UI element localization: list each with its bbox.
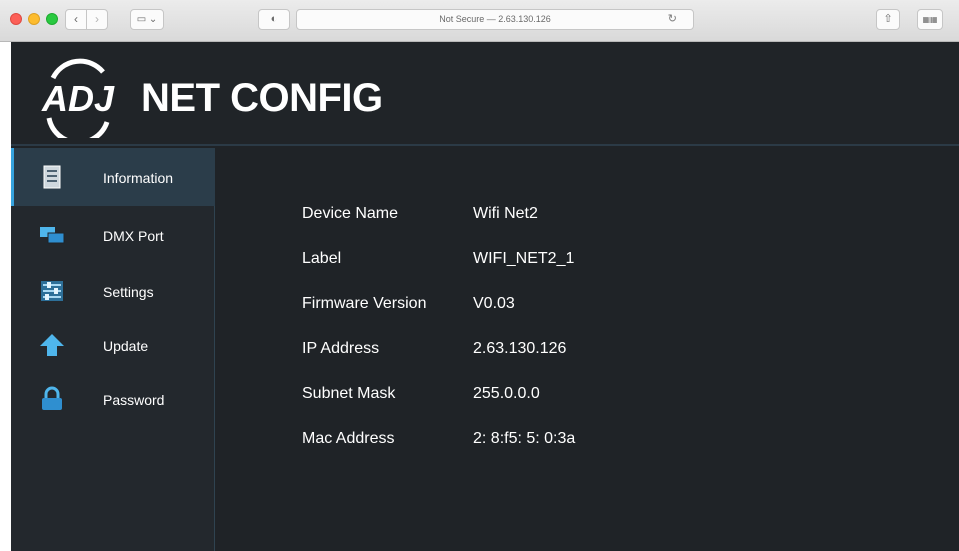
close-window-button[interactable]	[10, 13, 22, 25]
info-value: WIFI_NET2_1	[473, 250, 575, 267]
info-row-ip-address: IP Address 2.63.130.126	[11, 340, 711, 368]
info-label: Firmware Version	[302, 295, 427, 312]
info-label: Mac Address	[302, 430, 395, 447]
sidebar-icon: ▭ ⌄	[136, 14, 158, 25]
app-window: ADJ NET CONFIG Information DMX Port Sett…	[11, 42, 959, 551]
info-label: Label	[302, 250, 342, 267]
address-bar[interactable]: Not Secure — 2.63.130.126 ↻	[296, 9, 694, 30]
back-button[interactable]: ‹	[65, 9, 87, 30]
shield-icon: ◐	[270, 13, 278, 25]
zoom-window-button[interactable]	[46, 13, 58, 25]
reload-icon[interactable]: ↻	[668, 10, 677, 29]
document-icon	[43, 165, 61, 189]
sidebar-item-information[interactable]: Information	[11, 148, 215, 206]
sidebar-toggle-button[interactable]: ▭ ⌄	[130, 9, 164, 30]
browser-toolbar: ‹ › ▭ ⌄ ◐ Not Secure — 2.63.130.126 ↻ ⇧ …	[0, 0, 959, 42]
share-button[interactable]: ⇧	[876, 9, 900, 30]
info-label: IP Address	[302, 340, 380, 357]
info-row-label: Label WIFI_NET2_1	[11, 250, 711, 278]
info-label: Subnet Mask	[302, 385, 396, 402]
chevron-left-icon: ‹	[74, 12, 78, 26]
tab-overview-button[interactable]: ▦▦	[917, 9, 943, 30]
share-icon: ⇧	[883, 13, 893, 25]
privacy-shield-button[interactable]: ◐	[258, 9, 290, 30]
info-value: 255.0.0.0	[473, 385, 540, 402]
info-value: 2.63.130.126	[473, 340, 567, 357]
tabs-grid-icon: ▦▦	[922, 15, 938, 24]
info-value: 2: 8:f5: 5: 0:3a	[473, 430, 576, 447]
info-row-subnet-mask: Subnet Mask 255.0.0.0	[11, 385, 711, 413]
info-value: V0.03	[473, 295, 515, 312]
logo-text: ADJ	[41, 78, 115, 119]
minimize-window-button[interactable]	[28, 13, 40, 25]
info-row-device-name: Device Name Wifi Net2	[11, 205, 711, 233]
forward-button[interactable]: ›	[86, 9, 108, 30]
info-row-mac-address: Mac Address 2: 8:f5: 5: 0:3a	[11, 430, 711, 458]
chevron-right-icon: ›	[95, 12, 99, 26]
info-row-firmware-version: Firmware Version V0.03	[11, 295, 711, 323]
url-text: Not Secure — 2.63.130.126	[439, 14, 551, 24]
app-title: NET CONFIG	[141, 76, 383, 120]
info-label: Device Name	[302, 205, 399, 222]
sidebar-item-label: Information	[103, 170, 174, 186]
adj-logo: ADJ	[41, 58, 115, 138]
app-header: ADJ NET CONFIG	[11, 42, 959, 146]
info-value: Wifi Net2	[473, 205, 538, 222]
